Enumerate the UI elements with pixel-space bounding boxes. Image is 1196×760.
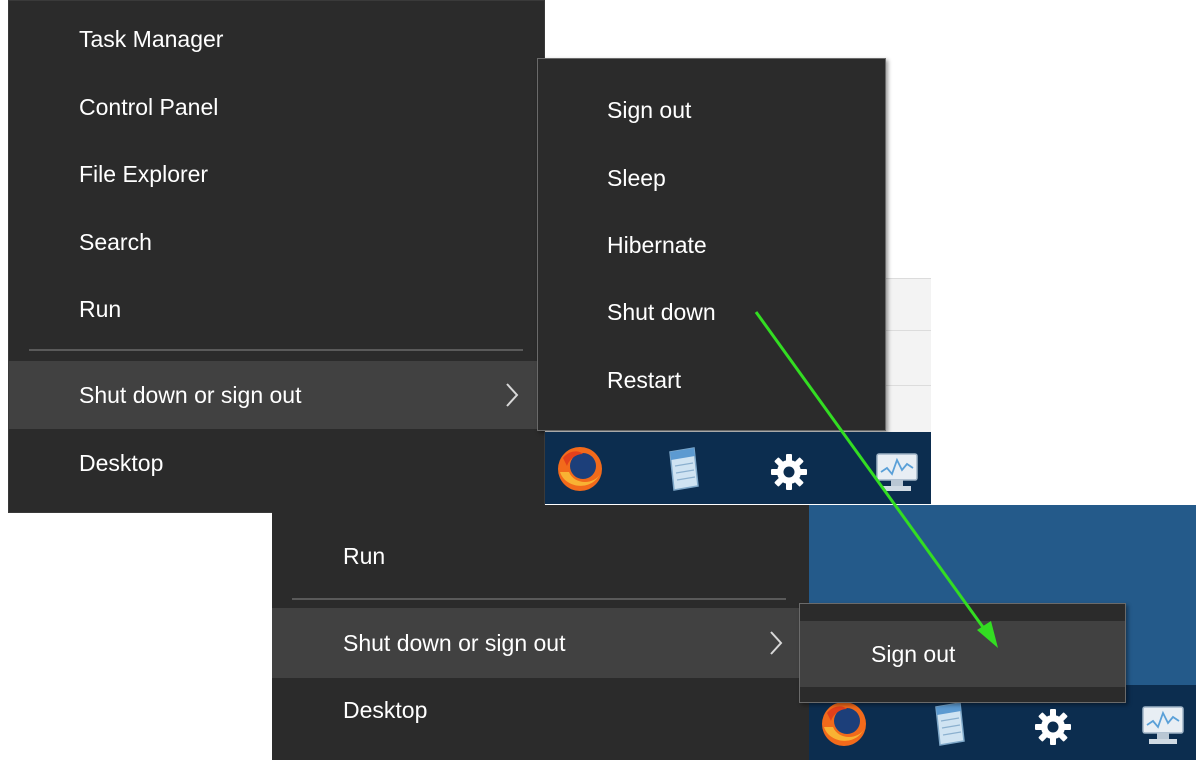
gear-icon[interactable] [769, 452, 809, 492]
menu-item-run[interactable]: Run [9, 281, 544, 337]
menu-item-label: Search [79, 229, 152, 255]
taskbar-top [545, 432, 931, 504]
menu-item-label: Control Panel [79, 94, 219, 120]
submenu-item-label: Shut down [607, 299, 716, 325]
menu-item-search[interactable]: Search [9, 214, 544, 270]
submenu-item-sleep[interactable]: Sleep [538, 147, 885, 209]
submenu-item-restart[interactable]: Restart [538, 349, 885, 411]
submenu-item-label: Sleep [607, 165, 666, 191]
submenu-item-label: Sign out [607, 97, 692, 123]
menu-item-file-explorer[interactable]: File Explorer [9, 146, 544, 202]
chevron-right-icon [506, 383, 519, 407]
menu-separator [292, 598, 786, 600]
winx-menu-bottom: Run Shut down or sign out Desktop [272, 505, 809, 760]
submenu-item-label: Hibernate [607, 232, 707, 258]
menu-item-label: Run [79, 296, 122, 322]
menu-item-label: Shut down or sign out [343, 630, 566, 656]
shutdown-submenu-top: Sign out Sleep Hibernate Shut down Resta… [537, 58, 886, 431]
firefox-icon[interactable] [819, 699, 869, 749]
menu-item-label: File Explorer [79, 161, 209, 187]
gear-icon[interactable] [1033, 707, 1073, 747]
submenu-item-sign-out[interactable]: Sign out [800, 621, 1125, 687]
menu-item-label: Task Manager [79, 26, 224, 52]
submenu-item-label: Sign out [871, 641, 956, 667]
submenu-item-hibernate[interactable]: Hibernate [538, 214, 885, 276]
monitor-icon[interactable] [873, 450, 921, 494]
winx-menu-top: Task Manager Control Panel File Explorer… [8, 0, 545, 513]
monitor-icon[interactable] [1139, 703, 1187, 747]
menu-item-label: Run [343, 543, 386, 569]
submenu-item-label: Restart [607, 367, 682, 393]
menu-separator [29, 349, 523, 351]
menu-item-task-manager[interactable]: Task Manager [9, 11, 544, 67]
shutdown-submenu-bottom: Sign out [799, 603, 1126, 703]
notepad-icon[interactable] [660, 446, 706, 492]
menu-item-control-panel[interactable]: Control Panel [9, 79, 544, 135]
menu-item-label: Desktop [79, 450, 164, 476]
submenu-item-sign-out[interactable]: Sign out [538, 79, 885, 141]
menu-item-run[interactable]: Run [272, 527, 809, 585]
menu-item-shut-down-or-sign-out[interactable]: Shut down or sign out [9, 361, 544, 429]
menu-item-label: Desktop [343, 697, 428, 723]
notepad-icon[interactable] [926, 701, 972, 747]
menu-item-desktop[interactable]: Desktop [272, 681, 809, 739]
firefox-icon[interactable] [555, 444, 605, 494]
submenu-item-shut-down[interactable]: Shut down [538, 281, 885, 343]
menu-item-shut-down-or-sign-out[interactable]: Shut down or sign out [272, 608, 809, 678]
chevron-right-icon [770, 631, 783, 655]
menu-item-desktop[interactable]: Desktop [9, 435, 544, 491]
menu-item-label: Shut down or sign out [79, 382, 302, 408]
